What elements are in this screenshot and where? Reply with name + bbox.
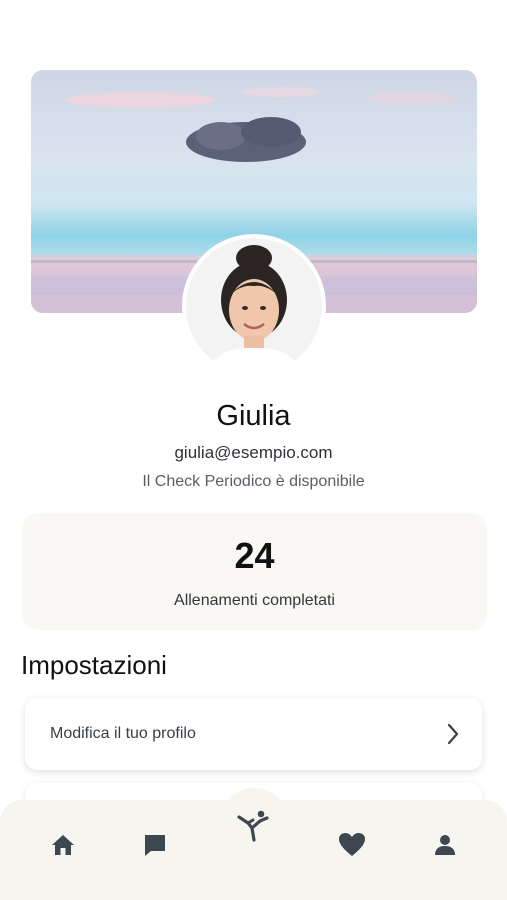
chevron-right-icon [446,722,460,751]
check-status[interactable]: Il Check Periodico è disponibile [0,473,507,491]
home-icon[interactable] [41,823,85,867]
edit-profile-row[interactable]: Modifica il tuo profilo [25,698,482,770]
chat-icon[interactable] [133,823,177,867]
workouts-label: Allenamenti completati [174,592,335,609]
stats-card: 24 Allenamenti completati [22,513,487,630]
avatar[interactable] [182,234,326,378]
workout-icon[interactable] [231,804,275,848]
bottom-nav [0,800,507,900]
profile-email: giulia@esempio.com [174,443,333,462]
heart-icon[interactable] [330,823,374,867]
workouts-count: 24 [234,535,275,576]
edit-profile-label: Modifica il tuo profilo [50,725,196,742]
person-icon[interactable] [423,823,467,867]
settings-title: Impostazioni [21,650,167,680]
profile-name: Giulia [216,400,291,432]
